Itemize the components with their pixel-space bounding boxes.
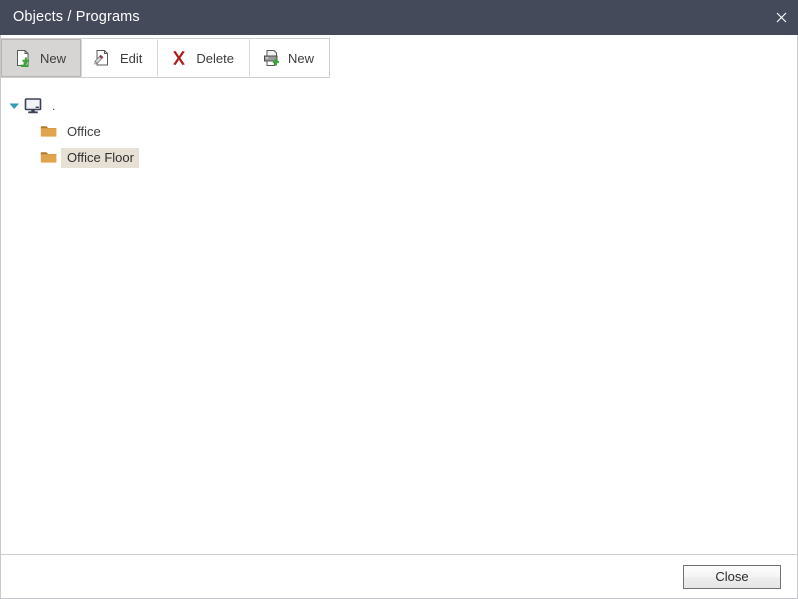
- toolbar: New Edit Delete New: [1, 35, 797, 82]
- chevron-down-icon[interactable]: [7, 93, 21, 119]
- computer-icon: [21, 94, 45, 118]
- tree-item-label: Office: [67, 124, 101, 139]
- toolbar-button-label: Delete: [196, 50, 234, 66]
- folder-icon: [37, 120, 61, 144]
- tree-row-root[interactable]: .: [1, 93, 797, 119]
- toolbar-button-label: Edit: [120, 50, 143, 66]
- tree-root-label: .: [52, 98, 56, 113]
- tree-row-office-floor[interactable]: Office Floor: [1, 145, 797, 171]
- delete-object-button[interactable]: Delete: [157, 39, 249, 77]
- toolbar-group: New Edit Delete New: [1, 38, 331, 78]
- tree-item-label: Office Floor: [61, 148, 139, 168]
- toolbar-button-label: New: [40, 50, 67, 66]
- new-program-icon: [261, 48, 281, 68]
- close-button[interactable]: Close: [683, 564, 781, 589]
- dialog-footer: Close: [1, 554, 797, 598]
- tree-row-office[interactable]: Office: [1, 119, 797, 145]
- close-icon[interactable]: [764, 0, 798, 35]
- delete-x-icon: [169, 48, 189, 68]
- edit-object-button[interactable]: Edit: [81, 39, 157, 77]
- folder-icon: [37, 146, 61, 170]
- new-object-button[interactable]: New: [1, 39, 82, 77]
- edit-document-icon: [93, 48, 113, 68]
- toolbar-button-label: New: [288, 50, 315, 66]
- window-title: Objects / Programs: [13, 8, 140, 25]
- new-document-icon: [13, 48, 33, 68]
- dialog-window: Objects / Programs New Edit Delete New .…: [0, 0, 798, 599]
- new-program-button[interactable]: New: [249, 39, 329, 77]
- object-tree: . Office Office Floor: [1, 82, 797, 554]
- titlebar: Objects / Programs: [0, 0, 798, 35]
